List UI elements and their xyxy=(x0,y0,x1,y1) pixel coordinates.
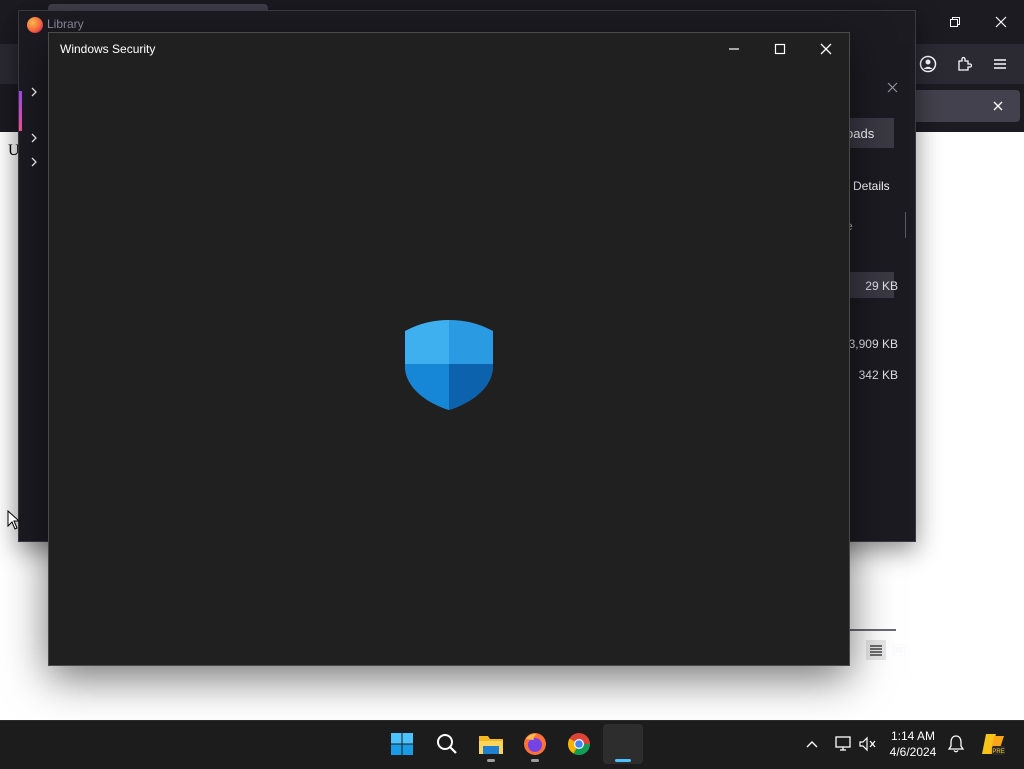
grid-view-icon[interactable] xyxy=(889,640,909,660)
active-indicator xyxy=(615,759,631,762)
library-close-icon[interactable] xyxy=(877,77,907,97)
clock-time: 1:14 AM xyxy=(890,729,936,743)
volume-muted-icon[interactable] xyxy=(858,734,878,754)
details-label[interactable]: Details xyxy=(853,179,890,193)
firefox-icon[interactable] xyxy=(515,724,555,764)
chevron-up-icon[interactable] xyxy=(802,734,822,754)
list-view-icon[interactable] xyxy=(866,640,886,660)
windows-security-window: Windows Security xyxy=(48,32,850,666)
chrome-icon[interactable] xyxy=(559,724,599,764)
downloads-tab-label: oads xyxy=(846,126,875,141)
chevron-right-icon[interactable] xyxy=(23,127,45,149)
scrollbar[interactable] xyxy=(848,629,896,631)
windows-security-taskbar-button[interactable] xyxy=(603,724,643,764)
notification-panel xyxy=(914,90,1020,122)
notification-close-icon[interactable] xyxy=(990,98,1006,114)
extensions-icon[interactable] xyxy=(950,50,978,78)
browser-close-button[interactable] xyxy=(978,2,1024,42)
mouse-cursor-icon xyxy=(7,509,21,535)
clock-date: 4/6/2024 xyxy=(889,745,937,759)
chevron-right-icon[interactable] xyxy=(23,151,45,173)
copilot-icon[interactable]: PRE xyxy=(980,731,1006,757)
maximize-button[interactable] xyxy=(757,33,803,65)
library-title: Library xyxy=(47,17,84,31)
search-icon[interactable] xyxy=(427,724,467,764)
menu-icon[interactable] xyxy=(986,50,1014,78)
minimize-button[interactable] xyxy=(711,33,757,65)
running-indicator xyxy=(487,759,495,762)
file-explorer-icon[interactable] xyxy=(471,724,511,764)
sidebar-accent xyxy=(19,91,22,131)
svg-text:PRE: PRE xyxy=(992,749,1004,755)
network-icon[interactable] xyxy=(834,734,854,754)
close-button[interactable] xyxy=(803,33,849,65)
running-indicator xyxy=(531,759,539,762)
windows-start-icon[interactable] xyxy=(382,724,422,764)
shield-icon xyxy=(404,318,494,417)
system-clock[interactable]: 1:14 AM 4/6/2024 xyxy=(880,728,946,760)
chevron-right-icon[interactable] xyxy=(23,81,45,103)
window-title: Windows Security xyxy=(60,42,156,56)
browser-restore-button[interactable] xyxy=(932,2,978,42)
firefox-icon xyxy=(27,17,43,33)
column-divider xyxy=(905,212,906,238)
account-icon[interactable] xyxy=(914,50,942,78)
notification-bell-icon[interactable] xyxy=(946,734,966,754)
